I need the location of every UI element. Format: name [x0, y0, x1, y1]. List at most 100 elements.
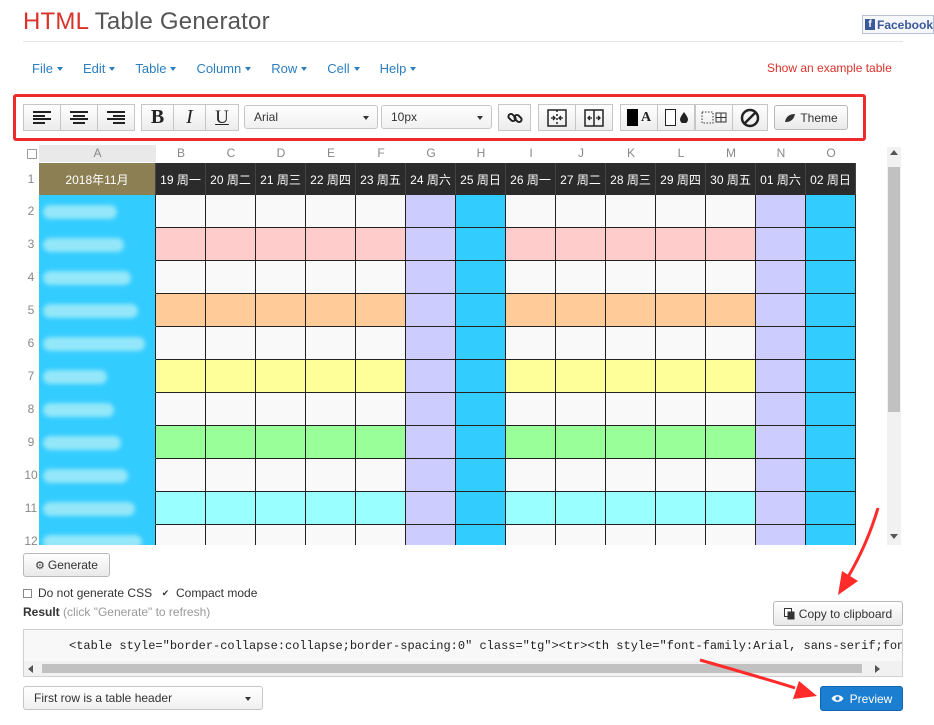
table-cell[interactable] — [406, 525, 456, 545]
table-cell[interactable] — [306, 360, 356, 393]
header-cell[interactable]: 27 周二 — [556, 163, 606, 195]
table-cell[interactable] — [256, 393, 306, 426]
table-cell[interactable] — [556, 327, 606, 360]
table-cell[interactable] — [156, 195, 206, 228]
table-cell[interactable] — [506, 426, 556, 459]
table-cell[interactable] — [356, 195, 406, 228]
table-cell[interactable] — [456, 360, 506, 393]
compact-mode-checkbox[interactable]: ✔ — [161, 588, 170, 598]
table-cell[interactable] — [456, 426, 506, 459]
table-cell[interactable] — [606, 393, 656, 426]
table-cell[interactable] — [156, 525, 206, 545]
menu-cell[interactable]: Cell — [327, 60, 360, 76]
header-cell[interactable]: 19 周一 — [156, 163, 206, 195]
table-cell[interactable] — [456, 459, 506, 492]
font-size-select[interactable]: 10px — [381, 105, 492, 129]
table-cell[interactable] — [506, 525, 556, 545]
table-cell[interactable] — [506, 228, 556, 261]
table-cell[interactable] — [306, 459, 356, 492]
table-cell[interactable] — [206, 525, 256, 545]
table-cell[interactable] — [156, 327, 206, 360]
table-cell[interactable] — [606, 294, 656, 327]
table-cell[interactable] — [756, 327, 806, 360]
column-letter-o[interactable]: O — [806, 145, 856, 162]
table-cell[interactable] — [606, 492, 656, 525]
menu-help[interactable]: Help — [380, 60, 417, 76]
table-cell[interactable] — [306, 195, 356, 228]
column-letter-k[interactable]: K — [606, 145, 656, 162]
table-cell[interactable] — [606, 228, 656, 261]
table-cell[interactable] — [356, 426, 406, 459]
table-cell[interactable] — [656, 393, 706, 426]
table-cell[interactable] — [656, 294, 706, 327]
table-cell[interactable] — [556, 426, 606, 459]
table-cell[interactable] — [506, 327, 556, 360]
merge-cells-button[interactable] — [538, 104, 576, 131]
theme-button[interactable]: Theme — [774, 105, 848, 130]
align-center-button[interactable] — [60, 104, 98, 131]
table-cell[interactable] — [306, 294, 356, 327]
column-letter-i[interactable]: I — [506, 145, 556, 162]
table-cell[interactable] — [806, 492, 856, 525]
table-cell[interactable] — [356, 525, 406, 545]
scroll-up-icon[interactable] — [890, 150, 898, 155]
table-cell[interactable] — [806, 525, 856, 545]
table-cell[interactable] — [206, 360, 256, 393]
table-cell[interactable] — [156, 393, 206, 426]
code-scroll-thumb[interactable] — [42, 664, 862, 673]
table-cell[interactable] — [306, 492, 356, 525]
table-cell[interactable] — [406, 393, 456, 426]
result-code-area[interactable]: <table style="border-collapse:collapse;b… — [23, 629, 903, 677]
table-cell[interactable] — [506, 261, 556, 294]
table-cell[interactable] — [706, 459, 756, 492]
text-color-button[interactable]: A — [620, 104, 658, 131]
table-cell[interactable] — [156, 228, 206, 261]
column-letter-h[interactable]: H — [456, 145, 506, 162]
column-letter-b[interactable]: B — [156, 145, 206, 162]
header-cell[interactable]: 23 周五 — [356, 163, 406, 195]
split-cells-button[interactable] — [575, 104, 613, 131]
table-cell[interactable] — [406, 492, 456, 525]
table-cell[interactable] — [456, 228, 506, 261]
row-number[interactable]: 5 — [23, 294, 39, 327]
table-cell[interactable] — [656, 360, 706, 393]
table-cell[interactable] — [656, 459, 706, 492]
table-cell[interactable] — [706, 294, 756, 327]
header-option-select[interactable]: First row is a table header — [23, 686, 263, 710]
table-cell[interactable] — [506, 393, 556, 426]
table-cell[interactable] — [156, 360, 206, 393]
table-cell[interactable] — [206, 261, 256, 294]
header-cell[interactable]: 24 周六 — [406, 163, 456, 195]
row-number[interactable]: 3 — [23, 228, 39, 261]
column-letter-e[interactable]: E — [306, 145, 356, 162]
column-letter-m[interactable]: M — [706, 145, 756, 162]
column-letter-n[interactable]: N — [756, 145, 806, 162]
column-letter-j[interactable]: J — [556, 145, 606, 162]
table-cell[interactable] — [806, 294, 856, 327]
table-cell[interactable] — [556, 459, 606, 492]
table-cell[interactable] — [206, 195, 256, 228]
header-cell[interactable]: 25 周日 — [456, 163, 506, 195]
table-cell[interactable] — [606, 426, 656, 459]
row-number[interactable]: 12 — [23, 525, 39, 545]
table-cell[interactable] — [756, 393, 806, 426]
menu-edit[interactable]: Edit — [83, 60, 116, 76]
table-cell[interactable] — [706, 426, 756, 459]
table-cell[interactable] — [156, 294, 206, 327]
result-code[interactable]: <table style="border-collapse:collapse;b… — [69, 639, 902, 653]
underline-button[interactable]: U — [205, 104, 239, 131]
table-cell[interactable] — [656, 492, 706, 525]
table-cell[interactable] — [356, 327, 406, 360]
link-button[interactable] — [498, 104, 531, 131]
table-cell[interactable] — [256, 426, 306, 459]
scroll-thumb[interactable] — [888, 167, 900, 412]
table-cell[interactable] — [406, 327, 456, 360]
table-cell[interactable] — [556, 492, 606, 525]
table-cell[interactable] — [556, 525, 606, 545]
table-cell[interactable] — [456, 492, 506, 525]
table-cell[interactable] — [206, 492, 256, 525]
table-cell[interactable] — [706, 360, 756, 393]
menu-column[interactable]: Column — [196, 60, 252, 76]
table-cell[interactable] — [456, 195, 506, 228]
table-cell[interactable] — [606, 525, 656, 545]
